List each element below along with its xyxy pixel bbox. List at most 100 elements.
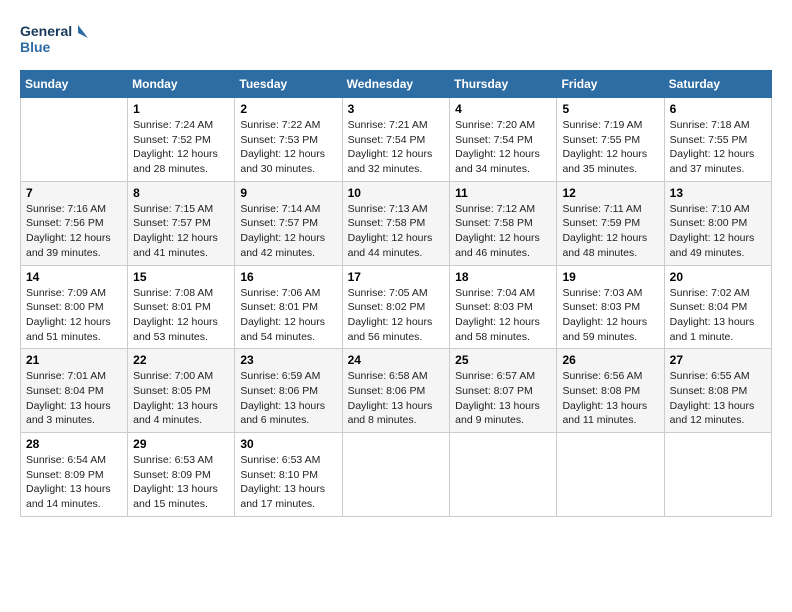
weekday-header-cell: Wednesday [342,71,450,98]
calendar-cell: 27Sunrise: 6:55 AM Sunset: 8:08 PM Dayli… [664,349,771,433]
cell-info: Sunrise: 7:05 AM Sunset: 8:02 PM Dayligh… [348,286,445,345]
day-number: 1 [133,102,229,116]
svg-text:General: General [20,23,72,39]
cell-info: Sunrise: 7:00 AM Sunset: 8:05 PM Dayligh… [133,369,229,428]
calendar-cell: 10Sunrise: 7:13 AM Sunset: 7:58 PM Dayli… [342,181,450,265]
day-number: 25 [455,353,551,367]
svg-text:Blue: Blue [20,39,51,55]
calendar-cell: 5 Sunrise: 7:19 AM Sunset: 7:55 PM Daylig… [557,98,664,182]
calendar-cell: 29 Sunrise: 6:53 AM Sunset: 8:09 PM Dayli… [128,433,235,517]
day-number: 9 [240,186,336,200]
day-number: 26 [562,353,658,367]
day-number: 18 [455,270,551,284]
cell-info: Sunrise: 6:56 AM Sunset: 8:08 PM Dayligh… [562,369,658,428]
calendar-cell: 6 Sunrise: 7:18 AM Sunset: 7:55 PM Daylig… [664,98,771,182]
cell-info: Sunrise: 6:58 AM Sunset: 8:06 PM Dayligh… [348,369,445,428]
calendar-cell: 8 Sunrise: 7:15 AM Sunset: 7:57 PM Daylig… [128,181,235,265]
calendar-cell: 20 Sunrise: 7:02 AM Sunset: 8:04 PM Dayli… [664,265,771,349]
day-number: 23 [240,353,336,367]
cell-info: Sunrise: 7:09 AM Sunset: 8:00 PM Dayligh… [26,286,122,345]
calendar-cell: 4Sunrise: 7:20 AM Sunset: 7:54 PM Daylig… [450,98,557,182]
calendar-cell: 24 Sunrise: 6:58 AM Sunset: 8:06 PM Dayli… [342,349,450,433]
day-number: 30 [240,437,336,451]
calendar-cell [557,433,664,517]
cell-info: Sunrise: 7:22 AM Sunset: 7:53 PM Dayligh… [240,118,336,177]
calendar-cell: 2Sunrise: 7:22 AM Sunset: 7:53 PM Daylig… [235,98,342,182]
cell-info: Sunrise: 7:19 AM Sunset: 7:55 PM Dayligh… [562,118,658,177]
calendar-cell: 1 Sunrise: 7:24 AM Sunset: 7:52 PM Daylig… [128,98,235,182]
day-number: 11 [455,186,551,200]
day-number: 27 [670,353,766,367]
calendar-week-row: 21 Sunrise: 7:01 AM Sunset: 8:04 PM Dayli… [21,349,772,433]
calendar-cell: 18 Sunrise: 7:04 AM Sunset: 8:03 PM Dayli… [450,265,557,349]
cell-info: Sunrise: 7:06 AM Sunset: 8:01 PM Dayligh… [240,286,336,345]
calendar-cell: 19Sunrise: 7:03 AM Sunset: 8:03 PM Dayli… [557,265,664,349]
day-number: 19 [562,270,658,284]
cell-info: Sunrise: 7:08 AM Sunset: 8:01 PM Dayligh… [133,286,229,345]
calendar-cell [664,433,771,517]
cell-info: Sunrise: 6:53 AM Sunset: 8:09 PM Dayligh… [133,453,229,512]
day-number: 13 [670,186,766,200]
calendar-cell: 30 Sunrise: 6:53 AM Sunset: 8:10 PM Dayli… [235,433,342,517]
weekday-header-cell: Monday [128,71,235,98]
weekday-header-cell: Friday [557,71,664,98]
calendar-body: 1 Sunrise: 7:24 AM Sunset: 7:52 PM Daylig… [21,98,772,517]
calendar-cell: 22 Sunrise: 7:00 AM Sunset: 8:05 PM Dayli… [128,349,235,433]
cell-info: Sunrise: 7:04 AM Sunset: 8:03 PM Dayligh… [455,286,551,345]
calendar-table: SundayMondayTuesdayWednesdayThursdayFrid… [20,70,772,517]
cell-info: Sunrise: 7:18 AM Sunset: 7:55 PM Dayligh… [670,118,766,177]
cell-info: Sunrise: 7:24 AM Sunset: 7:52 PM Dayligh… [133,118,229,177]
calendar-cell: 15Sunrise: 7:08 AM Sunset: 8:01 PM Dayli… [128,265,235,349]
logo: General Blue [20,20,90,60]
calendar-cell: 3Sunrise: 7:21 AM Sunset: 7:54 PM Daylig… [342,98,450,182]
weekday-header-cell: Tuesday [235,71,342,98]
calendar-cell: 21 Sunrise: 7:01 AM Sunset: 8:04 PM Dayli… [21,349,128,433]
day-number: 22 [133,353,229,367]
calendar-week-row: 14 Sunrise: 7:09 AM Sunset: 8:00 PM Dayli… [21,265,772,349]
day-number: 21 [26,353,122,367]
calendar-cell: 16 Sunrise: 7:06 AM Sunset: 8:01 PM Dayli… [235,265,342,349]
day-number: 5 [562,102,658,116]
day-number: 12 [562,186,658,200]
calendar-week-row: 1 Sunrise: 7:24 AM Sunset: 7:52 PM Daylig… [21,98,772,182]
cell-info: Sunrise: 7:12 AM Sunset: 7:58 PM Dayligh… [455,202,551,261]
day-number: 29 [133,437,229,451]
cell-info: Sunrise: 7:16 AM Sunset: 7:56 PM Dayligh… [26,202,122,261]
calendar-cell: 25 Sunrise: 6:57 AM Sunset: 8:07 PM Dayli… [450,349,557,433]
calendar-cell: 26 Sunrise: 6:56 AM Sunset: 8:08 PM Dayli… [557,349,664,433]
cell-info: Sunrise: 6:54 AM Sunset: 8:09 PM Dayligh… [26,453,122,512]
cell-info: Sunrise: 7:02 AM Sunset: 8:04 PM Dayligh… [670,286,766,345]
cell-info: Sunrise: 6:59 AM Sunset: 8:06 PM Dayligh… [240,369,336,428]
calendar-cell: 23 Sunrise: 6:59 AM Sunset: 8:06 PM Dayli… [235,349,342,433]
day-number: 20 [670,270,766,284]
day-number: 14 [26,270,122,284]
weekday-header-cell: Sunday [21,71,128,98]
day-number: 8 [133,186,229,200]
calendar-cell: 7 Sunrise: 7:16 AM Sunset: 7:56 PM Daylig… [21,181,128,265]
weekday-header-row: SundayMondayTuesdayWednesdayThursdayFrid… [21,71,772,98]
calendar-week-row: 7 Sunrise: 7:16 AM Sunset: 7:56 PM Daylig… [21,181,772,265]
calendar-cell: 28Sunrise: 6:54 AM Sunset: 8:09 PM Dayli… [21,433,128,517]
calendar-cell: 12 Sunrise: 7:11 AM Sunset: 7:59 PM Dayli… [557,181,664,265]
cell-info: Sunrise: 6:57 AM Sunset: 8:07 PM Dayligh… [455,369,551,428]
calendar-cell [21,98,128,182]
page-header: General Blue [20,20,772,60]
logo-svg: General Blue [20,20,90,60]
calendar-cell: 17 Sunrise: 7:05 AM Sunset: 8:02 PM Dayli… [342,265,450,349]
day-number: 7 [26,186,122,200]
calendar-cell: 14 Sunrise: 7:09 AM Sunset: 8:00 PM Dayli… [21,265,128,349]
day-number: 16 [240,270,336,284]
calendar-cell [450,433,557,517]
cell-info: Sunrise: 7:13 AM Sunset: 7:58 PM Dayligh… [348,202,445,261]
day-number: 24 [348,353,445,367]
day-number: 17 [348,270,445,284]
cell-info: Sunrise: 7:10 AM Sunset: 8:00 PM Dayligh… [670,202,766,261]
day-number: 6 [670,102,766,116]
calendar-cell: 9Sunrise: 7:14 AM Sunset: 7:57 PM Daylig… [235,181,342,265]
calendar-week-row: 28Sunrise: 6:54 AM Sunset: 8:09 PM Dayli… [21,433,772,517]
cell-info: Sunrise: 7:01 AM Sunset: 8:04 PM Dayligh… [26,369,122,428]
cell-info: Sunrise: 7:15 AM Sunset: 7:57 PM Dayligh… [133,202,229,261]
day-number: 3 [348,102,445,116]
cell-info: Sunrise: 6:53 AM Sunset: 8:10 PM Dayligh… [240,453,336,512]
cell-info: Sunrise: 7:11 AM Sunset: 7:59 PM Dayligh… [562,202,658,261]
